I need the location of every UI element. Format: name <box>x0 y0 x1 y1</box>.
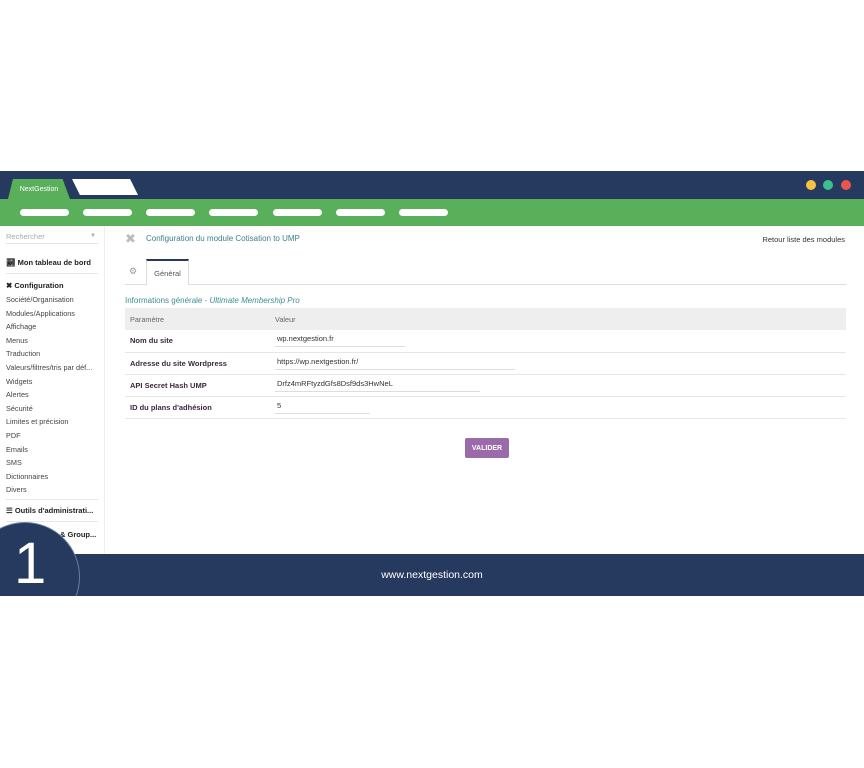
sidebar-item[interactable]: Divers <box>6 485 101 494</box>
sidebar-item[interactable]: Affichage <box>6 322 101 331</box>
param-input[interactable]: 5 <box>275 401 370 414</box>
table-row: Nom du site wp.nextgestion.fr <box>125 330 846 353</box>
sidebar-label: Configuration <box>14 281 64 290</box>
footer-url: www.nextgestion.com <box>381 569 483 581</box>
section-prefix: Informations générale - <box>125 296 210 305</box>
sidebar-item[interactable]: Dictionnaires <box>6 472 101 481</box>
sidebar-search[interactable]: Rechercher ▼ <box>6 232 98 244</box>
menu-item-placeholder[interactable] <box>83 209 132 216</box>
menu-item-placeholder[interactable] <box>273 209 322 216</box>
table-row: Adresse du site Wordpress https://wp.next… <box>125 352 846 375</box>
sidebar-item[interactable]: Menus <box>6 336 101 345</box>
divider <box>6 273 98 274</box>
caret-down-icon: ▼ <box>90 233 96 239</box>
search-placeholder: Rechercher <box>6 232 45 241</box>
column-header: Paramètre <box>125 308 270 330</box>
sidebar-item[interactable]: Traduction <box>6 349 101 358</box>
page-title: Configuration du module Cotisation to UM… <box>146 234 300 243</box>
tab-general[interactable]: Général <box>146 259 189 285</box>
sidebar-item[interactable]: Limites et précision <box>6 417 101 426</box>
menu-item-placeholder[interactable] <box>336 209 385 216</box>
table-row: ID du plans d'adhésion 5 <box>125 396 846 419</box>
back-to-modules-link[interactable]: Retour liste des modules <box>762 235 845 244</box>
param-value-cell: Drfz4mRFtyzdGfs8Dsf9ds3HwNeL <box>270 374 846 397</box>
sidebar-item[interactable]: SMS <box>6 458 101 467</box>
param-label: ID du plans d'adhésion <box>125 396 270 419</box>
sidebar-item-users-groups[interactable]: & Group... <box>60 530 96 539</box>
chart-icon: 📈︎ <box>6 258 18 267</box>
param-input[interactable]: Drfz4mRFtyzdGfs8Dsf9ds3HwNeL <box>275 379 480 392</box>
sidebar-item-dashboard[interactable]: 📈︎ Mon tableau de bord <box>6 258 91 267</box>
section-product: Ultimate Membership Pro <box>209 296 300 305</box>
param-value-cell: https://wp.nextgestion.fr/ <box>270 352 846 375</box>
param-input[interactable]: wp.nextgestion.fr <box>275 334 405 348</box>
param-label: Nom du site <box>125 330 270 353</box>
brand-tab[interactable]: NextGestion <box>8 179 70 199</box>
list-icon: ☰ <box>6 506 15 515</box>
background <box>0 596 864 768</box>
sidebar-label: Outils d'administrati... <box>14 506 94 515</box>
sidebar-item[interactable]: Modules/Applications <box>6 309 101 318</box>
menu-item-placeholder[interactable] <box>20 209 69 216</box>
footer: www.nextgestion.com <box>0 554 864 596</box>
divider <box>6 499 98 500</box>
section-title: Informations générale - Ultimate Members… <box>125 296 300 305</box>
sidebar-item[interactable]: Valeurs/filtres/tris par déf... <box>6 363 101 372</box>
menu-item-placeholder[interactable] <box>209 209 258 216</box>
tools-icon: ✖ <box>125 231 136 246</box>
settings-table: Paramètre Valeur Nom du site wp.nextgestio… <box>125 308 846 419</box>
sidebar-item[interactable]: Emails <box>6 445 101 454</box>
validate-button[interactable]: VALIDER <box>465 438 509 458</box>
sidebar-item-configuration[interactable]: ✖ Configuration <box>6 281 64 290</box>
sidebar-item[interactable]: Société/Organisation <box>6 295 101 304</box>
sidebar-item[interactable]: PDF <box>6 431 101 440</box>
minimize-dot-icon[interactable] <box>806 180 816 190</box>
param-label: Adresse du site Wordpress <box>125 352 270 375</box>
param-input[interactable]: https://wp.nextgestion.fr/ <box>275 357 515 370</box>
param-label: API Secret Hash UMP <box>125 374 270 397</box>
table-row: API Secret Hash UMP Drfz4mRFtyzdGfs8Dsf9d… <box>125 374 846 397</box>
param-value-cell: wp.nextgestion.fr <box>270 330 846 353</box>
blank-tab[interactable] <box>72 179 138 195</box>
sidebar-item-admin-tools[interactable]: ☰ Outils d'administrati... <box>6 506 93 515</box>
sidebar-item[interactable]: Alertes <box>6 390 101 399</box>
menu-item-placeholder[interactable] <box>399 209 448 216</box>
column-header: Valeur <box>270 308 846 330</box>
gear-icon[interactable]: ⚙ <box>129 266 137 277</box>
sidebar-label: Mon tableau de bord <box>17 258 91 267</box>
maximize-dot-icon[interactable] <box>823 180 833 190</box>
param-value-cell: 5 <box>270 396 846 419</box>
sidebar-item[interactable]: Widgets <box>6 377 101 386</box>
tab-bar-divider <box>125 284 846 285</box>
close-dot-icon[interactable] <box>841 180 851 190</box>
menu-item-placeholder[interactable] <box>146 209 195 216</box>
sidebar-item[interactable]: Sécurité <box>6 404 101 413</box>
step-number: 1 <box>14 531 47 596</box>
